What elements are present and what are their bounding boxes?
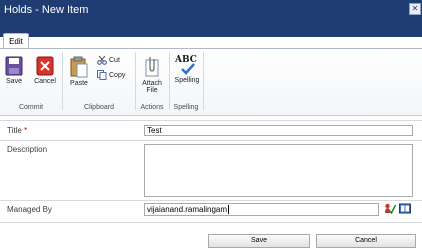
managed-by-input[interactable]: vijaianand.ramalingam: [144, 203, 379, 216]
title-label-text: Title: [7, 126, 22, 135]
attach-file-ribbon-button[interactable]: Attach File: [139, 56, 165, 94]
ribbon: [0, 48, 422, 116]
text-cursor: [228, 205, 230, 214]
cancel-ribbon-button[interactable]: Cancel: [32, 56, 58, 85]
description-field-label: Description: [7, 145, 48, 154]
spelling-ribbon-label: Spelling: [174, 77, 200, 84]
window-title: Holds - New Item: [4, 4, 89, 16]
title-input[interactable]: Test: [144, 125, 413, 136]
save-icon: [5, 56, 23, 76]
attach-file-icon: [145, 57, 159, 77]
check-names-icon[interactable]: [384, 203, 396, 214]
save-button[interactable]: Save: [208, 234, 310, 248]
cancel-ribbon-label: Cancel: [34, 78, 56, 85]
description-input[interactable]: [144, 144, 413, 197]
managed-by-field-label: Managed By: [7, 205, 52, 214]
group-label-clipboard: Clipboard: [84, 104, 114, 111]
cut-ribbon-label: Cut: [109, 56, 120, 64]
ribbon-separator: [135, 52, 136, 110]
group-label-actions: Actions: [140, 104, 164, 111]
paste-ribbon-button[interactable]: Paste: [66, 56, 92, 87]
required-marker: *: [24, 126, 28, 135]
group-label-commit: Commit: [18, 104, 44, 111]
form-divider: [0, 120, 422, 121]
copy-icon: [97, 70, 107, 80]
close-button[interactable]: ✕: [409, 3, 421, 15]
ribbon-separator: [169, 52, 170, 110]
spelling-icon: ABC: [175, 55, 199, 77]
paste-ribbon-label: Paste: [70, 80, 88, 87]
title-bar: Holds - New Item ✕: [0, 0, 422, 37]
cut-ribbon-button[interactable]: Cut: [97, 55, 120, 65]
copy-ribbon-label: Copy: [109, 71, 126, 79]
browse-address-book-icon[interactable]: [399, 203, 411, 214]
title-field-label: Title *: [7, 126, 27, 135]
save-ribbon-label: Save: [6, 78, 22, 85]
people-picker-icons: [384, 203, 411, 214]
attach-file-label-line2: File: [146, 87, 158, 94]
ribbon-separator: [203, 52, 204, 110]
form-divider: [0, 140, 422, 141]
spelling-ribbon-button[interactable]: ABC Spelling: [173, 55, 201, 84]
form-divider: [0, 222, 422, 223]
tab-edit[interactable]: Edit: [3, 33, 29, 49]
cancel-icon: [36, 56, 54, 76]
copy-ribbon-button[interactable]: Copy: [97, 70, 125, 80]
paste-icon: [70, 56, 88, 78]
form-divider: [0, 200, 422, 201]
attach-file-label-line1: Attach: [142, 80, 162, 87]
cancel-button[interactable]: Cancel: [316, 234, 416, 248]
cut-icon: [97, 55, 107, 65]
managed-by-value: vijaianand.ramalingam: [147, 205, 228, 214]
group-label-spelling: Spelling: [173, 104, 199, 111]
ribbon-separator: [62, 52, 63, 110]
save-ribbon-button[interactable]: Save: [3, 56, 25, 85]
